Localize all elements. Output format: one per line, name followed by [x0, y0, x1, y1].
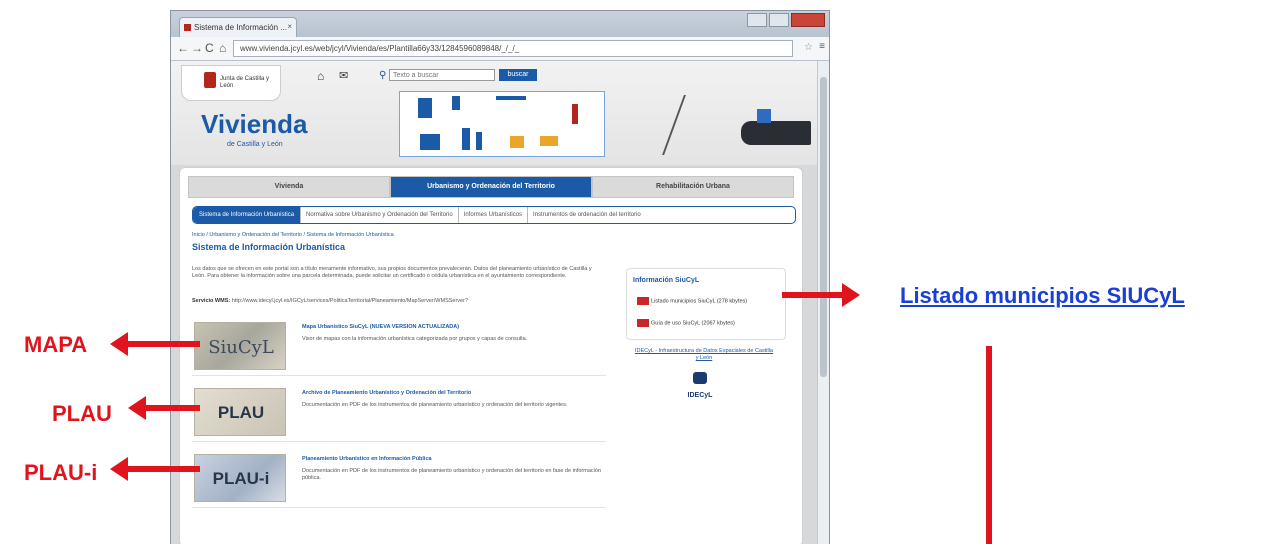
idecyl-mark-icon: [693, 372, 707, 384]
tab-title: Sistema de Información ...: [194, 23, 287, 32]
thumbnail-label: SiuCyL: [208, 337, 274, 358]
tab-urbanismo[interactable]: Urbanismo y Ordenación del Territorio: [390, 176, 592, 198]
page-title: Sistema de Información Urbanística: [192, 242, 346, 252]
subnav-item-siu[interactable]: Sistema de Información Urbanística: [193, 207, 301, 223]
back-icon[interactable]: ←: [177, 41, 189, 55]
subnav-item-normativa[interactable]: Normativa sobre Urbanismo y Ordenación d…: [300, 207, 458, 223]
browser-window: Sistema de Información ... × ← → C ⌂ www…: [170, 10, 830, 544]
plaui-thumbnail[interactable]: PLAU-i: [194, 454, 286, 502]
subnav-item-informes[interactable]: Informes Urbanísticos: [457, 207, 527, 223]
pdf-icon: [637, 319, 649, 327]
star-icon[interactable]: ☆: [804, 42, 813, 53]
mail-icon[interactable]: ✉: [339, 69, 348, 82]
site-subtitle: de Castilla y León: [227, 141, 283, 148]
side-link-label: Listado municipios SiuCyL (278 kbytes): [651, 298, 748, 305]
side-title: Información SiuCyL: [633, 277, 700, 284]
idecyl-logo[interactable]: IDECyL: [678, 372, 722, 399]
thumbnail-label: PLAU-i: [212, 469, 270, 488]
house-icon: [757, 109, 771, 123]
siucyl-info-panel: Información SiuCyL Listado municipios Si…: [626, 268, 786, 340]
breadcrumb[interactable]: Inicio / Urbanismo y Ordenación del Terr…: [192, 232, 394, 238]
entry-desc: Documentación en PDF de los instrumentos…: [302, 468, 601, 481]
intro-text: Los datos que se ofrecen en este portal …: [192, 266, 592, 279]
tab-vivienda[interactable]: Vivienda: [188, 176, 390, 198]
tab-rehabilitacion[interactable]: Rehabilitación Urbana: [592, 176, 794, 198]
entry-desc: Documentación en PDF de los instrumentos…: [302, 402, 568, 408]
subnav-item-instrumentos[interactable]: Instrumentos de ordenación del territori…: [527, 207, 646, 223]
laptop-image: [662, 95, 754, 155]
logo-text: Junta de Castilla y León: [220, 76, 270, 89]
entry-title-mapa[interactable]: Mapa Urbanístico SiuCyL (NUEVA VERSIÓN A…: [302, 324, 602, 330]
guia-uso-link[interactable]: Guía de uso SiuCyL (2067 kbytes): [637, 319, 781, 327]
header-banner: [399, 91, 605, 157]
window-controls: [745, 13, 825, 27]
scrollbar-thumb[interactable]: [820, 77, 827, 377]
side-link-label: Guía de uso SiuCyL (2067 kbytes): [651, 320, 735, 327]
address-bar[interactable]: www.vivienda.jcyl.es/web/jcyl/Vivienda/e…: [233, 40, 793, 57]
site-title: Vivienda: [201, 109, 308, 139]
listado-municipios-annotation-link[interactable]: Listado municipios SIUCyL: [900, 283, 1185, 309]
minimize-button[interactable]: [747, 13, 767, 27]
browser-home-icon[interactable]: ⌂: [219, 41, 226, 55]
browser-menu-icon[interactable]: ≡: [819, 41, 825, 52]
thumbnail-label: PLAU: [217, 403, 265, 422]
plaui-label: PLAU-i: [24, 460, 98, 485]
maximize-button[interactable]: [769, 13, 789, 27]
pdf-icon: [637, 297, 649, 305]
red-vertical-line: [986, 346, 992, 544]
home-icon[interactable]: ⌂: [317, 69, 324, 83]
content-card: Vivienda Urbanismo y Ordenación del Terr…: [179, 167, 803, 544]
search-button[interactable]: buscar: [499, 69, 537, 81]
page-viewport: Junta de Castilla y León ⌂ ✉ ⚲ buscar Vi…: [171, 61, 819, 544]
wms-label: Servicio WMS:: [192, 298, 231, 304]
search-input[interactable]: [389, 69, 495, 81]
favicon-icon: [184, 24, 191, 31]
browser-tab[interactable]: Sistema de Información ... ×: [179, 17, 297, 37]
forward-icon[interactable]: →: [191, 41, 203, 55]
idecyl-link[interactable]: IDECyL - Infraestructura de Datos Espaci…: [634, 348, 774, 362]
idecyl-logo-text: IDECyL: [687, 392, 713, 399]
entry-title-plaui[interactable]: Planeamiento Urbanístico en Información …: [302, 456, 602, 462]
siucyl-thumbnail[interactable]: SiuCyL: [194, 322, 286, 370]
logo-mark-icon: [204, 72, 216, 88]
jcyl-logo[interactable]: Junta de Castilla y León: [181, 65, 281, 101]
mapa-arrow: [110, 332, 200, 356]
hand-image: [741, 121, 811, 145]
browser-toolbar: ← → C ⌂ www.vivienda.jcyl.es/web/jcyl/Vi…: [171, 37, 829, 61]
search-icon: ⚲: [379, 70, 387, 81]
tab-close-icon[interactable]: ×: [287, 22, 292, 31]
plau-arrow: [128, 396, 200, 420]
wms-url[interactable]: http://www.idecyl.jcyl.es/IGCyL/services…: [232, 298, 468, 304]
wms-line: Servicio WMS: http://www.idecyl.jcyl.es/…: [192, 298, 600, 304]
main-nav: Vivienda Urbanismo y Ordenación del Terr…: [188, 176, 794, 198]
close-window-button[interactable]: [791, 13, 825, 27]
plau-thumbnail[interactable]: PLAU: [194, 388, 286, 436]
plau-label: PLAU: [52, 401, 112, 426]
tab-bar: Sistema de Información ... ×: [171, 11, 829, 37]
site-header: Junta de Castilla y León ⌂ ✉ ⚲ buscar Vi…: [171, 61, 819, 165]
mapa-label: MAPA: [24, 332, 88, 357]
vertical-scrollbar[interactable]: [817, 61, 829, 544]
sub-nav: Sistema de Información Urbanística Normat…: [192, 206, 796, 224]
list-item: PLAU-i Planeamiento Urbanístico en Infor…: [192, 452, 606, 508]
listado-arrow: [782, 283, 860, 307]
entry-desc: Visor de mapas con la información urbaní…: [302, 336, 528, 342]
entry-title-plau[interactable]: Archivo de Planeamiento Urbanístico y Or…: [302, 390, 602, 396]
plaui-arrow: [110, 457, 200, 481]
listado-municipios-link[interactable]: Listado municipios SiuCyL (278 kbytes): [637, 297, 781, 305]
list-item: PLAU Archivo de Planeamiento Urbanístico…: [192, 386, 606, 442]
reload-icon[interactable]: C: [205, 41, 214, 55]
list-item: SiuCyL Mapa Urbanístico SiuCyL (NUEVA VE…: [192, 320, 606, 376]
